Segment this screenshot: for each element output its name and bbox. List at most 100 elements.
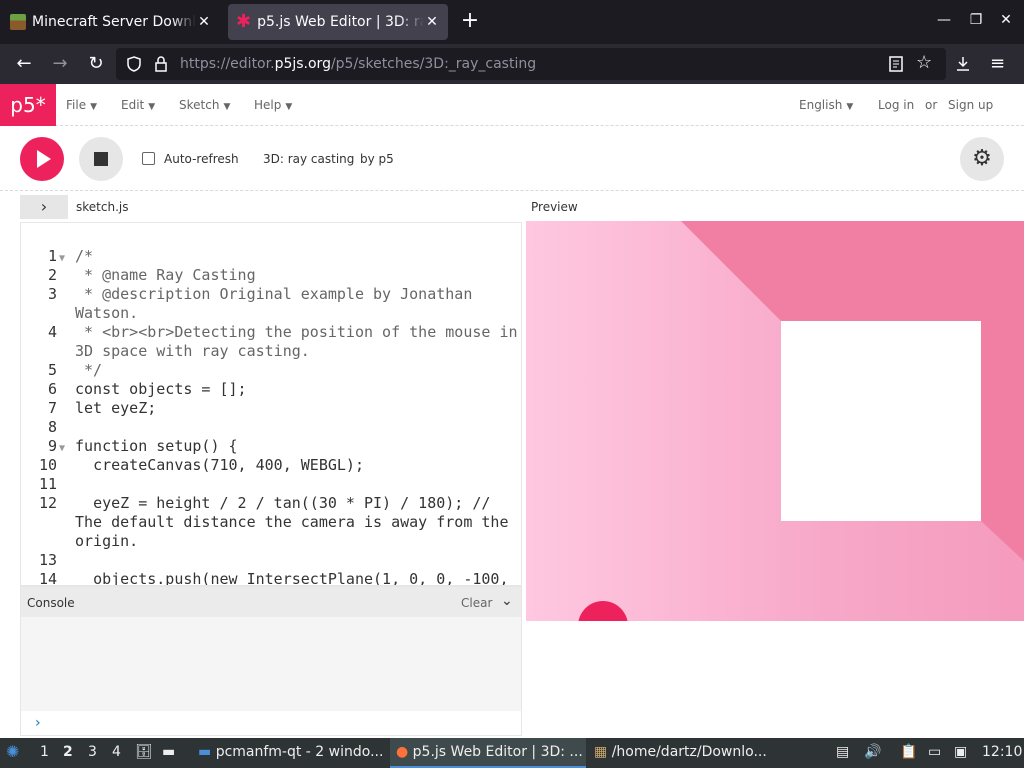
menu-sketch[interactable]: Sketch ▼: [179, 98, 230, 112]
back-arrow-icon[interactable]: ←: [12, 52, 36, 76]
line-number: 13: [38, 551, 57, 569]
language-label: English: [799, 98, 843, 112]
folder-icon: ▬: [198, 744, 212, 760]
sidebar-toggle-button[interactable]: ›: [20, 195, 68, 219]
or-text: or: [925, 98, 938, 112]
taskbar-window-title: p5.js Web Editor | 3D: ...: [412, 744, 583, 760]
menu-help[interactable]: Help ▼: [254, 98, 292, 112]
auto-refresh-label: Auto-refresh: [164, 152, 239, 166]
updates-icon[interactable]: ▣: [954, 744, 967, 760]
chevron-down-icon: ▼: [148, 102, 156, 112]
preview-label: Preview: [531, 200, 578, 214]
close-tab-icon[interactable]: ✕: [196, 14, 212, 30]
settings-button[interactable]: ⚙: [960, 137, 1004, 181]
url-path: /p5/sketches/3D:_ray_casting: [330, 56, 537, 72]
chevron-down-icon[interactable]: ⌄: [501, 593, 513, 609]
restore-icon[interactable]: ❐: [966, 12, 986, 28]
menu-sketch-label: Sketch: [179, 98, 220, 112]
chevron-down-icon: ▼: [285, 102, 293, 112]
workspace-1[interactable]: 1: [40, 744, 49, 760]
code-editor[interactable]: 1 ▼ /* 2 * @name Ray Casting 3 * @descri…: [20, 222, 522, 586]
line-number: 1: [47, 247, 57, 265]
taskbar-window-firefox[interactable]: ● p5.js Web Editor | 3D: ...: [390, 738, 586, 768]
menu-file[interactable]: File ▼: [66, 98, 97, 112]
white-square-shape: [781, 321, 981, 521]
desktop-launcher-icon[interactable]: ▬: [162, 744, 175, 760]
code-line: createCanvas(710, 400, WEBGL);: [75, 456, 364, 474]
chevron-down-icon: ▼: [223, 102, 231, 112]
lock-icon[interactable]: [154, 55, 168, 73]
close-window-icon[interactable]: ✕: [996, 12, 1016, 28]
line-number: 6: [47, 380, 57, 398]
menu-edit-label: Edit: [121, 98, 145, 112]
line-number: 7: [47, 399, 57, 417]
auto-refresh-checkbox[interactable]: [142, 152, 155, 165]
workspace-2[interactable]: 2: [63, 744, 73, 760]
console-input[interactable]: ›: [21, 711, 521, 735]
tray-app-icon[interactable]: ▤: [836, 744, 849, 760]
clipboard-icon[interactable]: 📋: [900, 744, 917, 760]
code-line: objects.push(new IntersectPlane(1, 0, 0,…: [75, 570, 509, 586]
url-domain: p5js.org: [274, 56, 331, 72]
sketch-preview-canvas[interactable]: [526, 221, 1024, 621]
language-select[interactable]: English ▼: [799, 98, 853, 112]
tab-title: Minecraft Server Download: [32, 14, 196, 30]
line-number: 8: [47, 418, 57, 436]
new-tab-button[interactable]: +: [458, 10, 482, 34]
console-header: Console Clear ⌄: [21, 587, 521, 617]
url-text[interactable]: https://editor.p5js.org/p5/sketches/3D:_…: [180, 56, 536, 72]
p5-logo[interactable]: p5*: [0, 84, 56, 126]
file-manager-launcher-icon[interactable]: 🗄: [135, 744, 153, 760]
menu-file-label: File: [66, 98, 87, 112]
login-link[interactable]: Log in: [878, 98, 914, 112]
preview-scene: [578, 221, 1024, 621]
archive-icon: ▦: [594, 744, 608, 760]
fold-arrow-icon[interactable]: ▼: [59, 249, 65, 268]
code-line: * @description Original example by Jonat…: [75, 285, 482, 322]
workspace-4[interactable]: 4: [112, 744, 121, 760]
start-menu-icon[interactable]: ✺: [6, 742, 19, 761]
reader-view-icon[interactable]: [888, 56, 904, 72]
stop-button[interactable]: [79, 137, 123, 181]
line-number: 12: [38, 494, 57, 512]
taskbar-window-title: /home/dartz/Downlo...: [611, 744, 767, 760]
minimize-icon[interactable]: —: [934, 12, 954, 28]
taskbar-window-archive[interactable]: ▦ /home/dartz/Downlo...: [588, 738, 784, 768]
code-line: function setup() {: [75, 437, 238, 455]
hamburger-menu-icon[interactable]: ≡: [990, 53, 1005, 74]
sketch-name[interactable]: 3D: ray casting: [263, 152, 354, 166]
line-number: 11: [38, 475, 57, 493]
close-tab-icon[interactable]: ✕: [424, 14, 440, 30]
downloads-icon[interactable]: [955, 56, 971, 72]
tab-minecraft-server[interactable]: Minecraft Server Download ✕: [2, 4, 220, 40]
tab-title: p5.js Web Editor | 3D: ray casting: [257, 14, 424, 30]
bookmark-star-icon[interactable]: ☆: [916, 52, 932, 73]
code-line: eyeZ = height / 2 / tan((30 * PI) / 180)…: [75, 494, 518, 550]
shield-icon[interactable]: [126, 56, 142, 72]
play-button[interactable]: [20, 137, 64, 181]
line-number: 4: [47, 323, 57, 341]
chevron-right-icon: ›: [40, 197, 48, 216]
reload-icon[interactable]: ↻: [84, 52, 108, 76]
address-bar[interactable]: https://editor.p5js.org/p5/sketches/3D:_…: [116, 48, 946, 80]
minecraft-favicon-icon: [10, 14, 26, 30]
fold-arrow-icon[interactable]: ▼: [59, 439, 65, 458]
clock[interactable]: 12:10: [982, 744, 1022, 760]
volume-icon[interactable]: 🔊: [864, 744, 881, 760]
menu-help-label: Help: [254, 98, 282, 112]
workspace-3[interactable]: 3: [88, 744, 97, 760]
network-icon[interactable]: ▭: [928, 744, 941, 760]
sketch-author: by p5: [360, 152, 394, 166]
forward-arrow-icon[interactable]: →: [48, 52, 72, 76]
tab-p5js-editor[interactable]: ✱ p5.js Web Editor | 3D: ray casting ✕: [228, 4, 448, 40]
taskbar-window-title: pcmanfm-qt - 2 windo...: [215, 744, 384, 760]
signup-link[interactable]: Sign up: [948, 98, 993, 112]
console-clear-button[interactable]: Clear: [461, 596, 492, 610]
menu-edit[interactable]: Edit ▼: [121, 98, 155, 112]
firefox-icon: ●: [396, 744, 409, 760]
chevron-down-icon: ▼: [846, 102, 854, 112]
gear-icon: ⚙: [972, 146, 992, 171]
taskbar-window-pcmanfm[interactable]: ▬ pcmanfm-qt - 2 windo...: [192, 738, 388, 768]
code-line: const objects = [];: [75, 380, 247, 398]
code-line: */: [75, 361, 103, 379]
